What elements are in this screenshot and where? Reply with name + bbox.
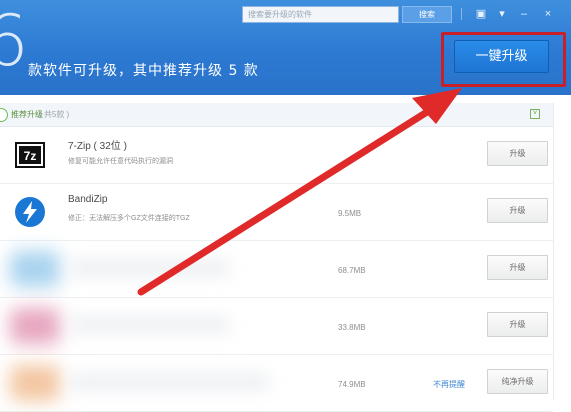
menu-icon[interactable]: ▾ — [494, 6, 510, 22]
app-description: 修复可能允许任意代码执行的漏洞 — [68, 158, 173, 165]
list-item: 33.8MB 升级 — [0, 298, 553, 355]
app-size: 74.9MB — [338, 380, 366, 389]
clean-upgrade-button[interactable]: 纯净升级 — [487, 369, 548, 394]
upgrade-all-button[interactable]: 一键升级 — [454, 40, 549, 73]
section-header-recommended[interactable]: 推荐升级 ( 共5款 ) ˅ — [0, 103, 553, 127]
upgrade-summary-text: 款软件可升级，其中推荐升级 5 款 — [28, 63, 259, 79]
minimize-icon[interactable]: – — [516, 6, 532, 22]
close-icon[interactable]: × — [540, 6, 556, 22]
upgrade-count-number: 6 — [0, 0, 29, 82]
collapse-icon[interactable]: ˅ — [530, 109, 540, 119]
list-item: 7z 7-Zip ( 32位 ) 修复可能允许任意代码执行的漏洞 升级 — [0, 127, 553, 184]
list-item: 74.9MB 不再提醒 纯净升级 — [0, 355, 553, 412]
section-count: ( 共5款 ) — [39, 110, 70, 119]
section-badge-icon — [0, 108, 8, 122]
scrollbar[interactable] — [553, 103, 571, 400]
blurred-text — [70, 316, 230, 334]
app-size: 68.7MB — [338, 266, 366, 275]
app-name: BandiZip — [68, 194, 108, 205]
7zip-icon: 7z — [14, 139, 46, 171]
app-size: 9.5MB — [338, 209, 362, 218]
upgrade-button[interactable]: 升级 — [487, 255, 548, 280]
header-bar: 6 款软件可升级，其中推荐升级 5 款 搜索 ▣ ▾ – × 一键升级 — [0, 0, 571, 95]
blurred-text — [70, 259, 230, 277]
search-button[interactable]: 搜索 — [402, 6, 452, 23]
upgrade-button[interactable]: 升级 — [487, 198, 548, 223]
app-description: 修正：无法解压多个GZ文件连接的TGZ — [68, 215, 190, 222]
bandizip-icon — [14, 196, 46, 228]
app-size: 33.8MB — [338, 323, 366, 332]
blurred-icon — [10, 308, 60, 344]
blurred-icon — [10, 365, 60, 401]
search-input[interactable] — [242, 6, 399, 23]
svg-text:7z: 7z — [24, 149, 37, 163]
upgrade-button[interactable]: 升级 — [487, 141, 548, 166]
blurred-text — [70, 373, 270, 391]
ignore-link[interactable]: 不再提醒 — [433, 379, 465, 390]
list-item: BandiZip 修正：无法解压多个GZ文件连接的TGZ 9.5MB 升级 — [0, 184, 553, 241]
upgrade-button[interactable]: 升级 — [487, 312, 548, 337]
skin-icon[interactable]: ▣ — [473, 6, 489, 22]
list-item: 68.7MB 升级 — [0, 241, 553, 298]
toolbar-divider — [461, 8, 462, 20]
app-name: 7-Zip ( 32位 ) — [68, 141, 127, 152]
blurred-icon — [10, 251, 60, 287]
